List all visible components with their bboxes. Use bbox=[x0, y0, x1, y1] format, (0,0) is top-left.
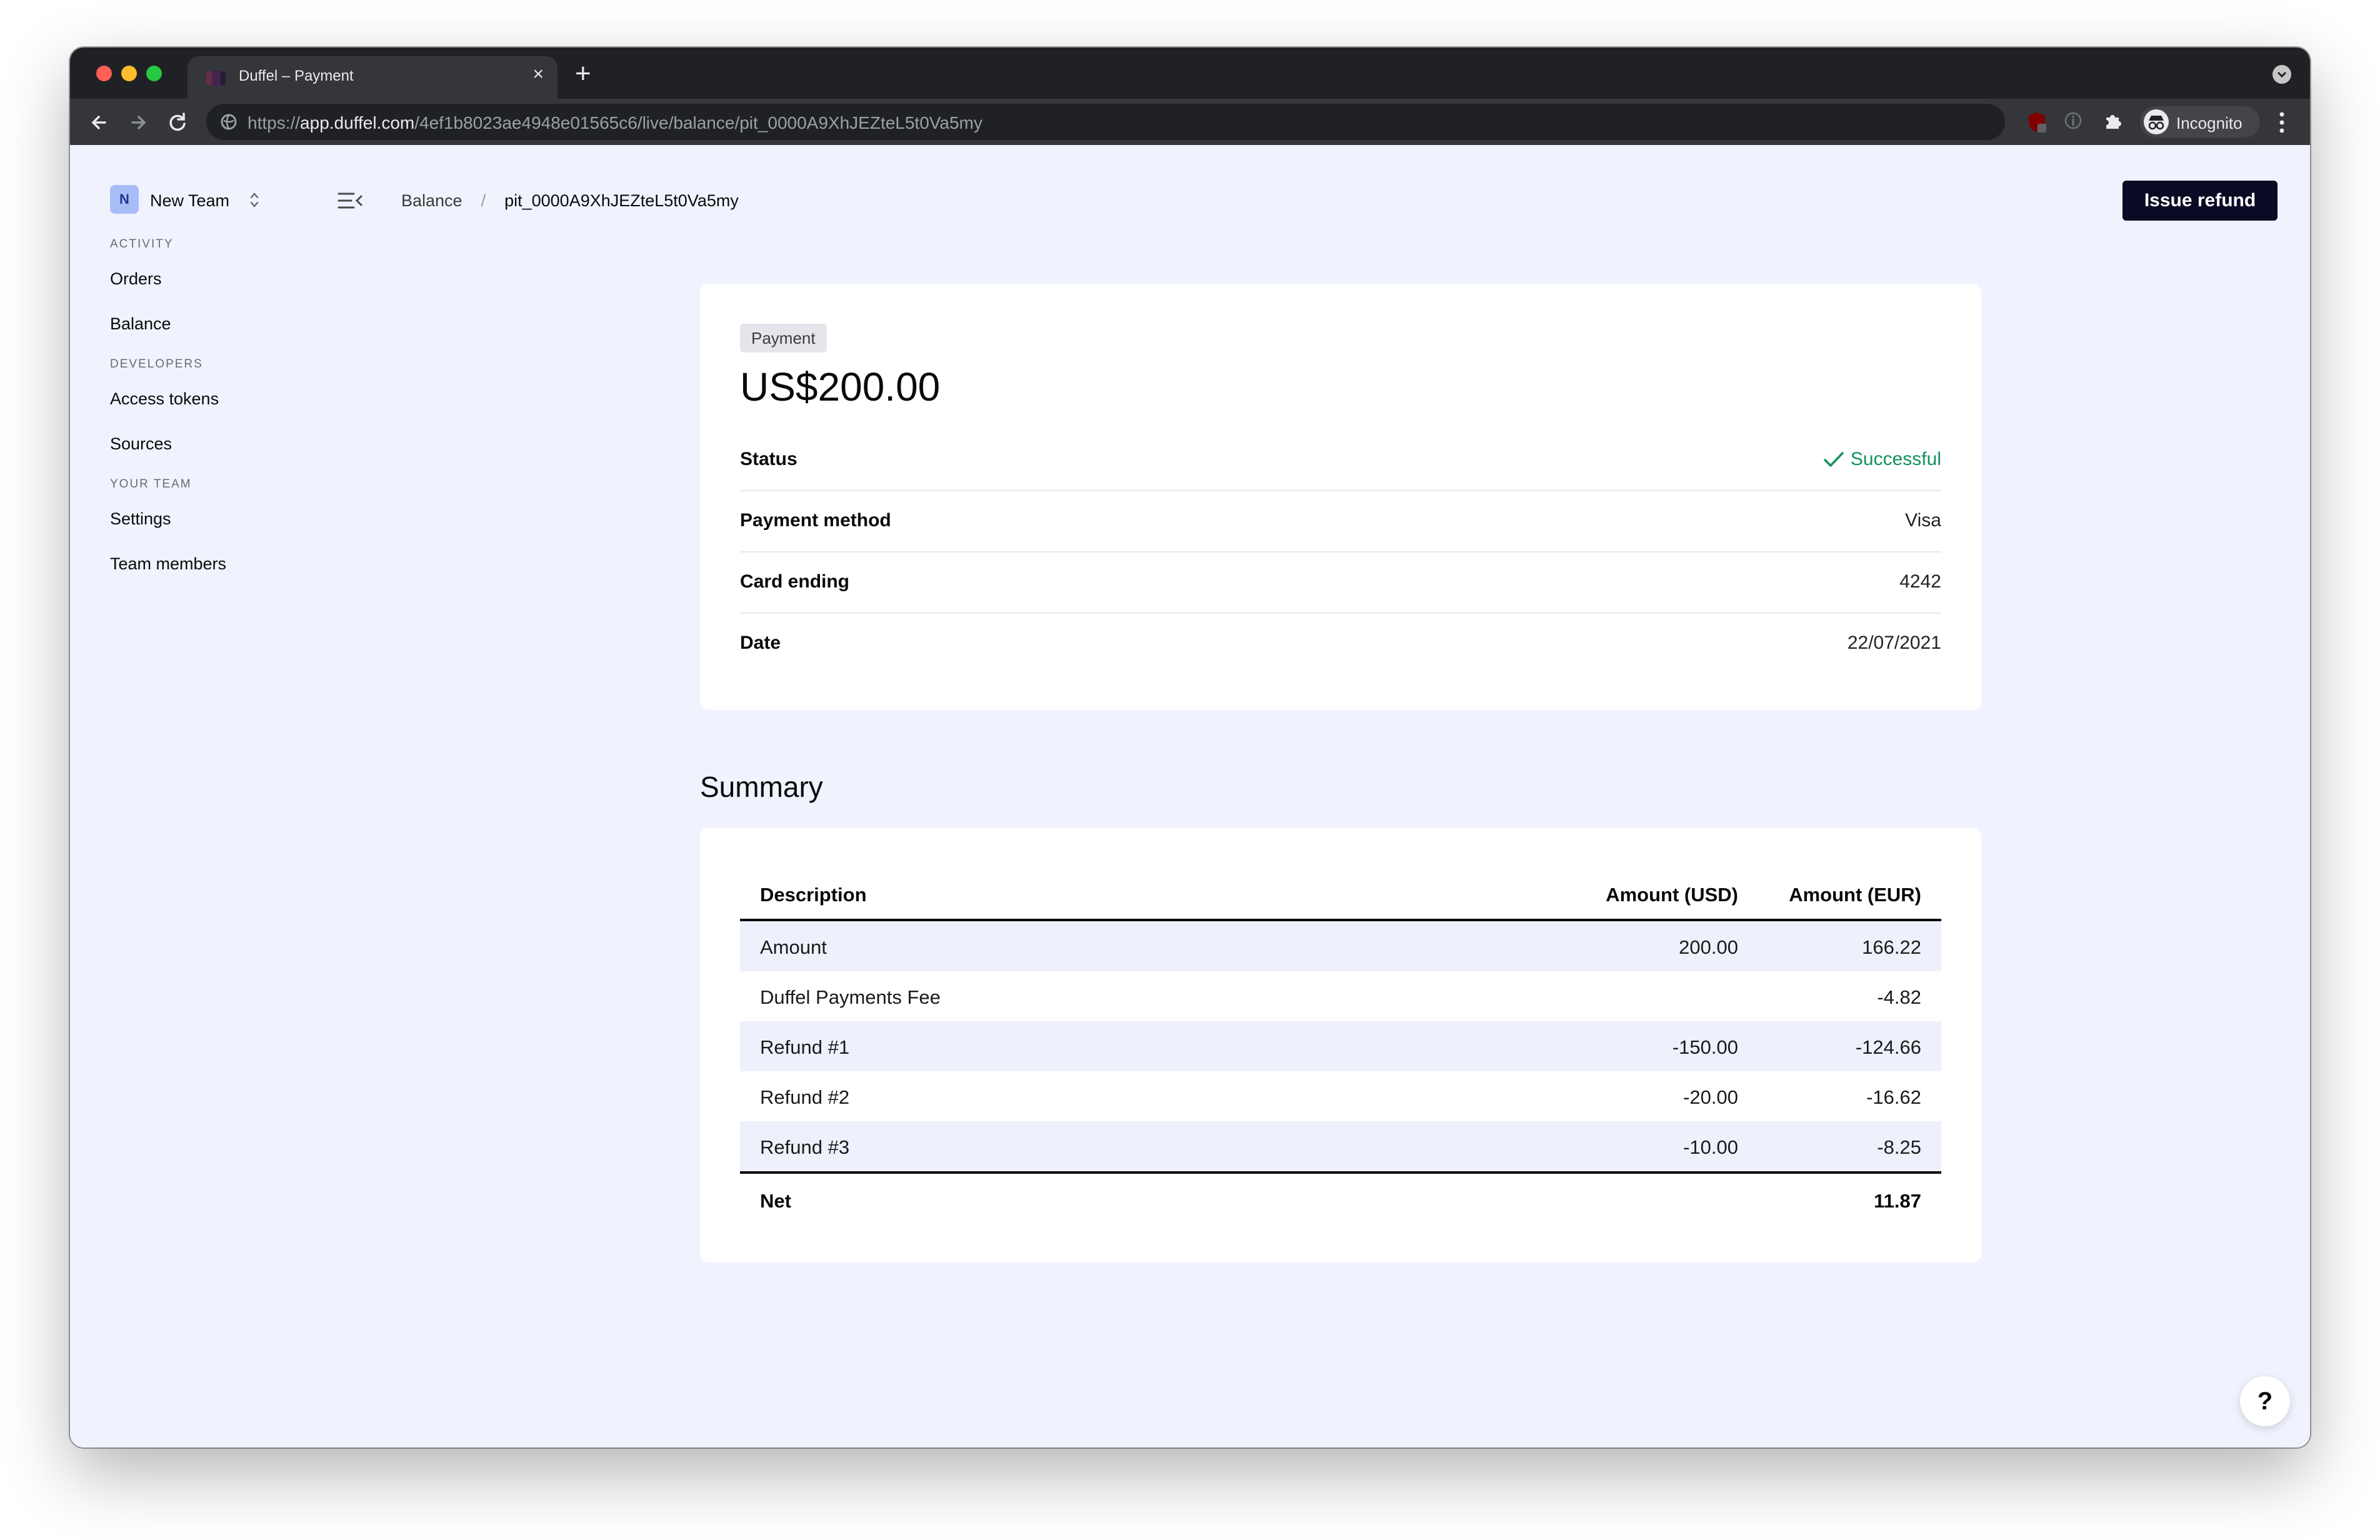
ublock-extension-icon[interactable] bbox=[2026, 111, 2048, 132]
table-row: Amount 200.00 166.22 bbox=[740, 921, 1941, 971]
collapse-sidebar-icon[interactable] bbox=[338, 191, 362, 210]
browser-tab[interactable]: Duffel – Payment × bbox=[188, 56, 558, 99]
reload-icon[interactable] bbox=[165, 110, 190, 135]
team-name: New Team bbox=[150, 191, 230, 210]
table-row: Duffel Payments Fee -4.82 bbox=[740, 971, 1941, 1021]
detail-label: Status bbox=[740, 449, 798, 469]
sidebar-item-balance[interactable]: Balance bbox=[110, 312, 335, 358]
row-description: Duffel Payments Fee bbox=[760, 986, 941, 1008]
table-row-net-total: Net 11.87 bbox=[740, 1171, 1941, 1226]
issue-refund-button[interactable]: Issue refund bbox=[2122, 181, 2278, 221]
site-info-icon[interactable] bbox=[220, 113, 238, 131]
row-usd: -150.00 bbox=[1672, 1036, 1738, 1058]
team-switcher[interactable]: N New Team bbox=[110, 185, 298, 215]
info-extension-icon[interactable] bbox=[2064, 111, 2082, 130]
row-usd: 200.00 bbox=[1679, 936, 1738, 958]
summary-card: Description Amount (USD) Amount (EUR) Am… bbox=[700, 828, 1981, 1262]
app-main: N New Team Balance / pit_0000A9XhJEZteL5t0… bbox=[70, 145, 2310, 1448]
sidebar-section-your-team: YOUR TEAM bbox=[110, 478, 192, 491]
window-zoom-button[interactable] bbox=[146, 66, 162, 81]
column-header-description: Description bbox=[760, 884, 867, 906]
breadcrumb-current: pit_0000A9XhJEZteL5t0Va5my bbox=[504, 191, 739, 210]
detail-row-payment-method: Payment method Visa bbox=[740, 490, 1941, 552]
summary-heading: Summary bbox=[700, 771, 823, 803]
new-tab-button[interactable]: + bbox=[575, 60, 591, 88]
browser-toolbar: https://app.duffel.com/4ef1b8023ae4948e0… bbox=[70, 99, 2310, 145]
extensions-puzzle-icon[interactable] bbox=[2102, 111, 2122, 131]
checkmark-icon bbox=[1824, 452, 1844, 467]
column-header-usd: Amount (USD) bbox=[1606, 884, 1738, 906]
chevron-up-down-icon bbox=[250, 192, 259, 208]
row-eur: 166.22 bbox=[1862, 936, 1921, 958]
net-eur: 11.87 bbox=[1874, 1190, 1921, 1212]
browser-window: Duffel – Payment × + https://app.duffel.… bbox=[70, 48, 2310, 1448]
payment-amount: US$200.00 bbox=[740, 364, 941, 409]
sidebar-section-activity: ACTIVITY bbox=[110, 238, 174, 251]
incognito-icon bbox=[2144, 109, 2169, 134]
tab-search-icon[interactable] bbox=[2272, 65, 2291, 84]
browser-titlebar: Duffel – Payment × + bbox=[70, 48, 2310, 99]
row-description: Refund #3 bbox=[760, 1136, 850, 1158]
summary-table: Description Amount (USD) Amount (EUR) Am… bbox=[740, 868, 1941, 1226]
tab-close-icon[interactable]: × bbox=[532, 65, 544, 84]
sidebar-item-access-tokens[interactable]: Access tokens bbox=[110, 388, 335, 432]
sidebar-item-sources[interactable]: Sources bbox=[110, 432, 335, 478]
team-avatar: N bbox=[110, 185, 139, 214]
table-row: Refund #3 -10.00 -8.25 bbox=[740, 1121, 1941, 1171]
sidebar-section-developers: DEVELOPERS bbox=[110, 358, 203, 371]
detail-value: Visa bbox=[1905, 510, 1941, 531]
row-usd: -20.00 bbox=[1683, 1086, 1738, 1108]
detail-value: 22/07/2021 bbox=[1847, 632, 1941, 653]
row-usd: -10.00 bbox=[1683, 1136, 1738, 1158]
summary-table-header: Description Amount (USD) Amount (EUR) bbox=[740, 868, 1941, 921]
detail-label: Date bbox=[740, 632, 781, 653]
tab-title: Duffel – Payment bbox=[239, 68, 354, 84]
row-description: Refund #2 bbox=[760, 1086, 850, 1108]
detail-label: Card ending bbox=[740, 571, 850, 592]
sidebar-item-orders[interactable]: Orders bbox=[110, 268, 335, 312]
detail-label: Payment method bbox=[740, 510, 891, 531]
detail-row-status: Status Successful bbox=[740, 429, 1941, 491]
status-text: Successful bbox=[1850, 449, 1941, 469]
table-row: Refund #1 -150.00 -124.66 bbox=[740, 1021, 1941, 1071]
window-close-button[interactable] bbox=[96, 66, 112, 81]
payment-details-card: Payment US$200.00 Status Successful Paym… bbox=[700, 284, 1981, 710]
back-arrow-icon[interactable] bbox=[86, 110, 111, 135]
profile-label: Incognito bbox=[2176, 114, 2242, 132]
sidebar: ACTIVITY Orders Balance DEVELOPERS Acces… bbox=[110, 238, 335, 598]
sidebar-item-settings[interactable]: Settings bbox=[110, 508, 335, 552]
breadcrumb: Balance / pit_0000A9XhJEZteL5t0Va5my bbox=[401, 191, 739, 211]
table-row: Refund #2 -20.00 -16.62 bbox=[740, 1071, 1941, 1121]
help-button[interactable]: ? bbox=[2240, 1376, 2290, 1426]
row-eur: -16.62 bbox=[1866, 1086, 1921, 1108]
row-eur: -8.25 bbox=[1877, 1136, 1921, 1158]
status-value: Successful bbox=[1823, 449, 1941, 470]
browser-menu-icon[interactable] bbox=[2279, 110, 2285, 135]
payment-type-badge: Payment bbox=[740, 324, 827, 352]
column-header-eur: Amount (EUR) bbox=[1789, 884, 1921, 906]
net-label: Net bbox=[760, 1190, 791, 1212]
row-eur: -124.66 bbox=[1855, 1036, 1921, 1058]
detail-row-date: Date 22/07/2021 bbox=[740, 612, 1941, 674]
window-minimize-button[interactable] bbox=[121, 66, 137, 81]
url-text: https://app.duffel.com/4ef1b8023ae4948e0… bbox=[248, 113, 982, 132]
detail-value: 4242 bbox=[1899, 571, 1941, 592]
breadcrumb-balance-link[interactable]: Balance bbox=[401, 191, 462, 210]
duffel-logo-icon bbox=[206, 70, 226, 86]
breadcrumb-separator: / bbox=[481, 191, 486, 210]
row-eur: -4.82 bbox=[1877, 986, 1921, 1008]
address-bar[interactable]: https://app.duffel.com/4ef1b8023ae4948e0… bbox=[206, 104, 2005, 140]
row-description: Refund #1 bbox=[760, 1036, 850, 1058]
sidebar-item-team-members[interactable]: Team members bbox=[110, 552, 335, 598]
detail-row-card-ending: Card ending 4242 bbox=[740, 551, 1941, 614]
row-description: Amount bbox=[760, 936, 827, 958]
incognito-profile-button[interactable]: Incognito bbox=[2140, 106, 2260, 138]
forward-arrow-icon[interactable] bbox=[126, 110, 151, 135]
